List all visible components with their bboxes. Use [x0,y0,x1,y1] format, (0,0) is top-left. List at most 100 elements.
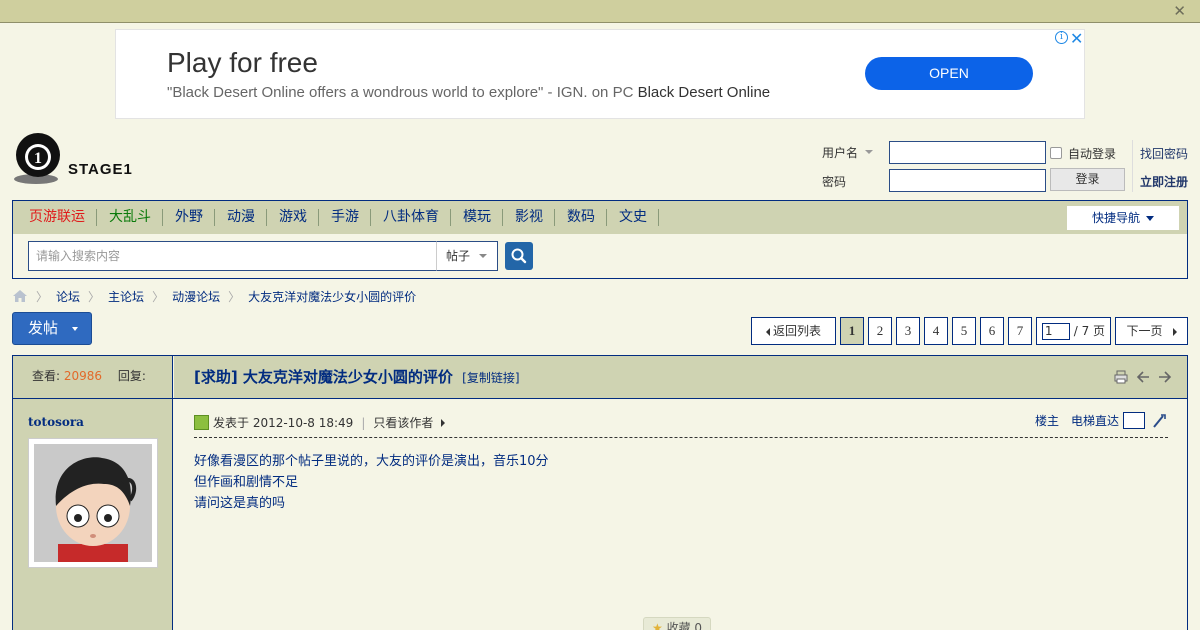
meta-separator: | [361,415,366,430]
nav-item-brawl[interactable]: 大乱斗 [97,201,163,234]
adchoices-icon[interactable]: i [1055,31,1068,44]
go-icon[interactable] [1151,413,1167,429]
copy-link[interactable]: [复制链接] [462,371,519,385]
breadcrumb-item[interactable]: 动漫论坛 [172,288,220,305]
search-button[interactable] [505,242,533,270]
chevron-down-icon [72,327,78,331]
caret-right-icon [441,418,446,427]
nav-item-models[interactable]: 模玩 [451,201,503,234]
back-to-list-button[interactable]: 返回列表 [751,317,836,345]
post-meta: 发表于 2012-10-8 18:49 | 只看该作者 [194,414,446,431]
page-1-button[interactable]: 1 [840,317,864,345]
nav-item-outfield[interactable]: 外野 [163,201,215,234]
breadcrumb-separator: 〉 [152,289,165,304]
breadcrumb: 〉 论坛 〉 主论坛 〉 动漫论坛 〉 大友克洋对魔法少女小圆的评价 [12,288,416,304]
breadcrumb-item[interactable]: 大友克洋对魔法少女小圆的评价 [248,288,416,305]
caret-left-icon [765,327,770,336]
search-icon [511,248,527,264]
page-4-button[interactable]: 4 [924,317,948,345]
author-panel: totosora [13,399,173,630]
thread-title[interactable]: [求助] 大友克洋对魔法少女小圆的评价 [194,368,453,386]
nav-bar: 页游联运 大乱斗 外野 动漫 游戏 手游 八卦体育 模玩 影视 数码 文史 快捷… [13,201,1187,234]
star-icon: ★ [652,621,663,630]
close-icon[interactable]: ✕ [1173,4,1186,19]
post-body: 发表于 2012-10-8 18:49 | 只看该作者 楼主 电梯直达 好像看漫… [174,399,1187,630]
ad-banner[interactable]: Play for free "Black Desert Online offer… [115,29,1085,119]
main-nav: 页游联运 大乱斗 外野 动漫 游戏 手游 八卦体育 模玩 影视 数码 文史 快捷… [12,200,1188,279]
breadcrumb-item[interactable]: 主论坛 [108,288,144,305]
login-form: 用户名 自动登录 密码 登录 找回密码 立即注册 [810,140,1200,196]
forgot-password-link[interactable]: 找回密码 [1140,145,1188,162]
page-6-button[interactable]: 6 [980,317,1004,345]
thread-tools [1113,369,1173,385]
page-jump-input[interactable]: 1 [1041,323,1070,340]
nav-item-history[interactable]: 文史 [607,201,659,234]
page-total: / 7 页 [1073,324,1106,338]
thread: 查看: 20986 回复: 200 [求助] 大友克洋对魔法少女小圆的评价 [复… [12,355,1188,630]
site-logo[interactable]: 1 STAGE1 [12,133,142,185]
page-7-button[interactable]: 7 [1008,317,1032,345]
chevron-down-icon [1146,216,1154,221]
page-2-button[interactable]: 2 [868,317,892,345]
ad-desc-quote: "Black Desert Online offers a wondrous w… [167,84,634,101]
prev-thread-icon[interactable] [1135,369,1151,385]
nav-item-webgame[interactable]: 页游联运 [17,201,97,234]
search-type-select[interactable]: 帖子 [436,241,498,271]
nav-item-mobile[interactable]: 手游 [319,201,371,234]
ad-title[interactable]: Play for free [167,47,318,79]
quick-nav-label: 快捷导航 [1091,211,1140,225]
print-icon[interactable] [1113,369,1129,385]
autologin-checkbox[interactable] [1050,147,1062,159]
logo-badge: 1 [34,150,42,167]
nav-item-movies[interactable]: 影视 [503,201,555,234]
username-label: 用户名 [822,146,859,160]
home-icon[interactable] [12,289,28,303]
thread-stats: 查看: 20986 回复: 200 [13,356,173,423]
ad-close-icon[interactable]: ✕ [1070,29,1083,48]
username-type-caret-icon[interactable] [865,150,873,154]
top-bar: ✕ [0,0,1200,23]
breadcrumb-separator: 〉 [88,289,101,304]
chevron-down-icon [479,254,487,258]
next-thread-icon[interactable] [1157,369,1173,385]
search-input[interactable]: 请输入搜索内容 [28,241,437,271]
search-type-label: 帖子 [446,249,471,263]
views-count: 20986 [63,369,103,383]
post-line: 请问这是真的吗 [194,496,286,511]
page-5-button[interactable]: 5 [952,317,976,345]
nav-item-digital[interactable]: 数码 [555,201,607,234]
nav-item-games[interactable]: 游戏 [267,201,319,234]
nav-item-gossip-sports[interactable]: 八卦体育 [371,201,451,234]
favorite-button[interactable]: ★ 收藏 0 [643,617,711,630]
nav-item-anime[interactable]: 动漫 [215,201,267,234]
post-divider [194,437,1168,438]
avatar[interactable] [28,438,158,568]
author-name[interactable]: totosora [28,415,84,429]
thread-header: [求助] 大友克洋对魔法少女小圆的评价 [复制链接] [174,356,1187,398]
breadcrumb-separator: 〉 [228,289,241,304]
floor-label[interactable]: 楼主 [1035,412,1059,429]
ad-desc-brand: Black Desert Online [637,84,771,101]
password-input[interactable] [889,169,1046,192]
autologin-label: 自动登录 [1068,147,1117,161]
thread-title-wrap: [求助] 大友克洋对魔法少女小圆的评价 [复制链接] [194,366,520,387]
back-to-list-label: 返回列表 [772,324,821,338]
online-status-icon [194,415,209,430]
register-link[interactable]: 立即注册 [1140,173,1188,190]
post-line: 但作画和剧情不足 [194,475,299,490]
login-button[interactable]: 登录 [1050,168,1125,191]
post-line: 好像看漫区的那个帖子里说的，大友的评价是演出，音乐10分 [194,454,549,469]
replies-label: 回复: [117,369,146,383]
ad-open-button[interactable]: OPEN [865,57,1033,90]
floor-jump-input[interactable] [1123,412,1145,429]
new-post-button[interactable]: 发帖 [12,312,92,345]
page-3-button[interactable]: 3 [896,317,920,345]
ad-description: "Black Desert Online offers a wondrous w… [167,84,770,101]
only-author-link[interactable]: 只看该作者 [373,414,433,431]
post-date: 发表于 2012-10-8 18:49 [213,416,354,430]
next-page-label: 下一页 [1126,324,1163,338]
username-input[interactable] [889,141,1046,164]
next-page-button[interactable]: 下一页 [1115,317,1188,345]
quick-nav-button[interactable]: 快捷导航 [1067,206,1179,230]
breadcrumb-item[interactable]: 论坛 [56,288,80,305]
